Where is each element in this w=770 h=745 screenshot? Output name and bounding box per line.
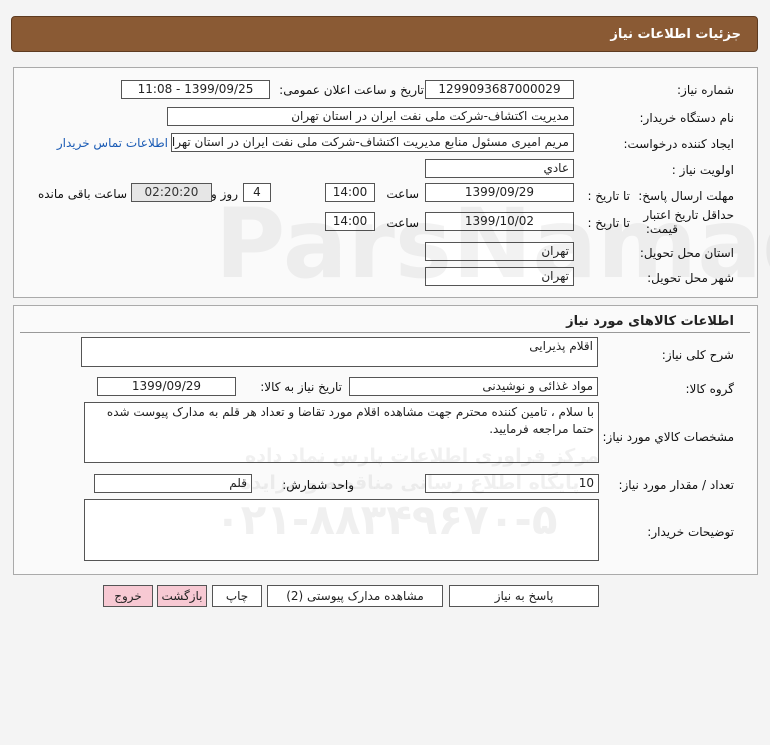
validity-label-2: قیمت: (645, 222, 678, 236)
validity-label: حداقل تاریخ اعتبار (643, 208, 734, 222)
reply-button[interactable]: پاسخ به نیاز (449, 585, 599, 607)
deadline-label: مهلت ارسال پاسخ: (638, 189, 734, 203)
description-field: اقلام پذیرایی (81, 337, 598, 367)
deadline-time-field: 14:00 (325, 183, 375, 202)
announce-datetime-field: 1399/09/25 - 11:08 (121, 80, 270, 99)
view-attachments-button[interactable]: مشاهده مدارک پیوستی (2) (267, 585, 443, 607)
unit-label: واحد شمارش: (282, 478, 354, 492)
need-info-panel (13, 67, 758, 298)
deadline-time-label: ساعت (386, 187, 419, 201)
need-date-field: 1399/09/29 (97, 377, 236, 396)
priority-label: اولویت نیاز : (671, 163, 734, 177)
remaining-label: ساعت باقی مانده (37, 187, 127, 201)
quantity-label: تعداد / مقدار مورد نیاز: (618, 478, 734, 492)
creator-label: ایجاد کننده درخواست: (623, 137, 734, 151)
spec-field: با سلام ، تامین کننده محترم جهت مشاهده ا… (84, 402, 599, 463)
priority-field: عادي (425, 159, 574, 178)
deadline-to-date-label: تا تاریخ : (587, 189, 630, 203)
days-label: روز و (211, 187, 238, 201)
validity-to-date-label: تا تاریخ : (587, 216, 630, 230)
goods-group-field: مواد غذائی و نوشیدنی (349, 377, 598, 396)
unit-field: قلم (94, 474, 252, 493)
validity-date-field: 1399/10/02 (425, 212, 574, 231)
print-button[interactable]: چاپ (212, 585, 262, 607)
need-number-label: شماره نیاز: (677, 83, 734, 97)
goods-section-title: اطلاعات کالاهای مورد نیاز (566, 314, 734, 329)
city-field: تهران (425, 267, 574, 286)
need-date-label: تاریخ نیاز به کالا: (260, 380, 342, 394)
deadline-date-field: 1399/09/29 (425, 183, 574, 202)
city-label: شهر محل تحویل: (647, 271, 734, 285)
buyer-notes-field (84, 499, 599, 561)
need-number-field: 1299093687000029 (425, 80, 574, 99)
buyer-contact-link[interactable]: اطلاعات تماس خریدار (57, 136, 168, 150)
page-title: جزئیات اطلاعات نیاز (610, 27, 741, 42)
buyer-org-field: مدیریت اکتشاف-شرکت ملی نفت ایران در استا… (167, 107, 574, 126)
quantity-field: 10 (425, 474, 599, 493)
section-divider (20, 332, 750, 333)
days-remaining-field: 4 (243, 183, 271, 202)
spec-label: مشخصات کالاي مورد نياز: (602, 430, 734, 444)
page-header: جزئیات اطلاعات نیاز (11, 16, 758, 52)
buyer-notes-label: توضیحات خریدار: (647, 525, 734, 539)
validity-time-label: ساعت (386, 216, 419, 230)
goods-group-label: گروه کالا: (685, 382, 735, 396)
exit-button[interactable]: خروج (103, 585, 153, 607)
buyer-org-label: نام دستگاه خریدار: (639, 111, 735, 125)
remaining-time-field: 02:20:20 (131, 183, 212, 202)
province-field: تهران (425, 242, 574, 261)
validity-time-field: 14:00 (325, 212, 375, 231)
announce-label: تاریخ و ساعت اعلان عمومی: (279, 83, 424, 97)
creator-field: مریم امیری مسئول منابع مدیریت اکتشاف-شرک… (171, 133, 574, 152)
province-label: استان محل تحویل: (639, 246, 734, 260)
description-label: شرح کلی نیاز: (661, 348, 734, 362)
back-button[interactable]: بازگشت (157, 585, 207, 607)
